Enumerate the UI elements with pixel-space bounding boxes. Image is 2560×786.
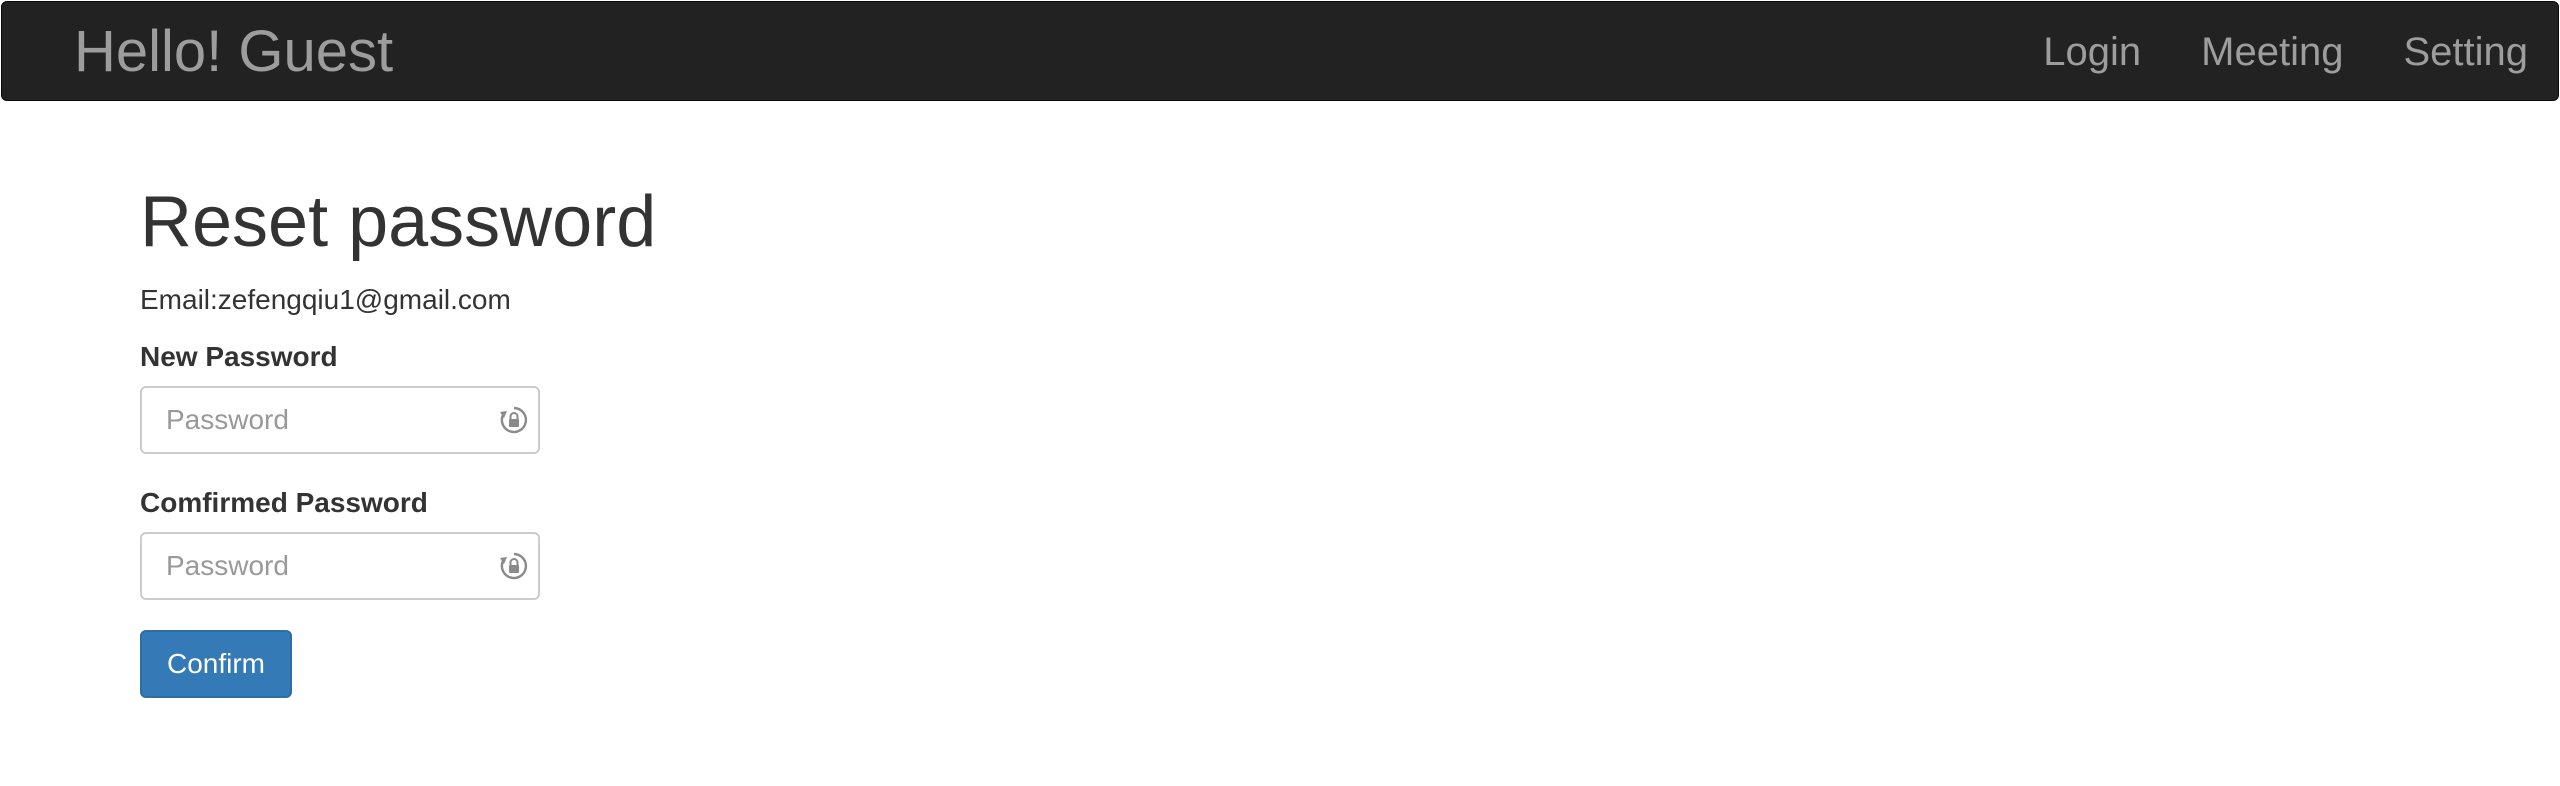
- confirm-button[interactable]: Confirm: [140, 630, 292, 698]
- nav-link-login[interactable]: Login: [2043, 30, 2141, 75]
- lock-reset-icon: [500, 552, 528, 580]
- email-text: Email:zefengqiu1@gmail.com: [140, 284, 511, 315]
- nav-links: Login Meeting Setting: [1983, 2, 2528, 102]
- nav-link-setting[interactable]: Setting: [2403, 30, 2528, 75]
- confirmed-password-group: [140, 532, 540, 600]
- new-password-group: [140, 386, 540, 454]
- navbar-brand[interactable]: Hello! Guest: [74, 22, 393, 82]
- confirmed-password-input[interactable]: [140, 532, 540, 600]
- confirmed-password-label: Comfirmed Password: [140, 487, 428, 518]
- page-title: Reset password: [140, 182, 657, 262]
- new-password-label: New Password: [140, 341, 338, 372]
- new-password-input[interactable]: [140, 386, 540, 454]
- navbar: Hello! Guest Login Meeting Setting: [1, 1, 2559, 101]
- nav-link-meeting[interactable]: Meeting: [2201, 30, 2343, 75]
- reset-password-form: Reset password Email:zefengqiu1@gmail.co…: [140, 178, 1140, 698]
- lock-reset-icon: [500, 406, 528, 434]
